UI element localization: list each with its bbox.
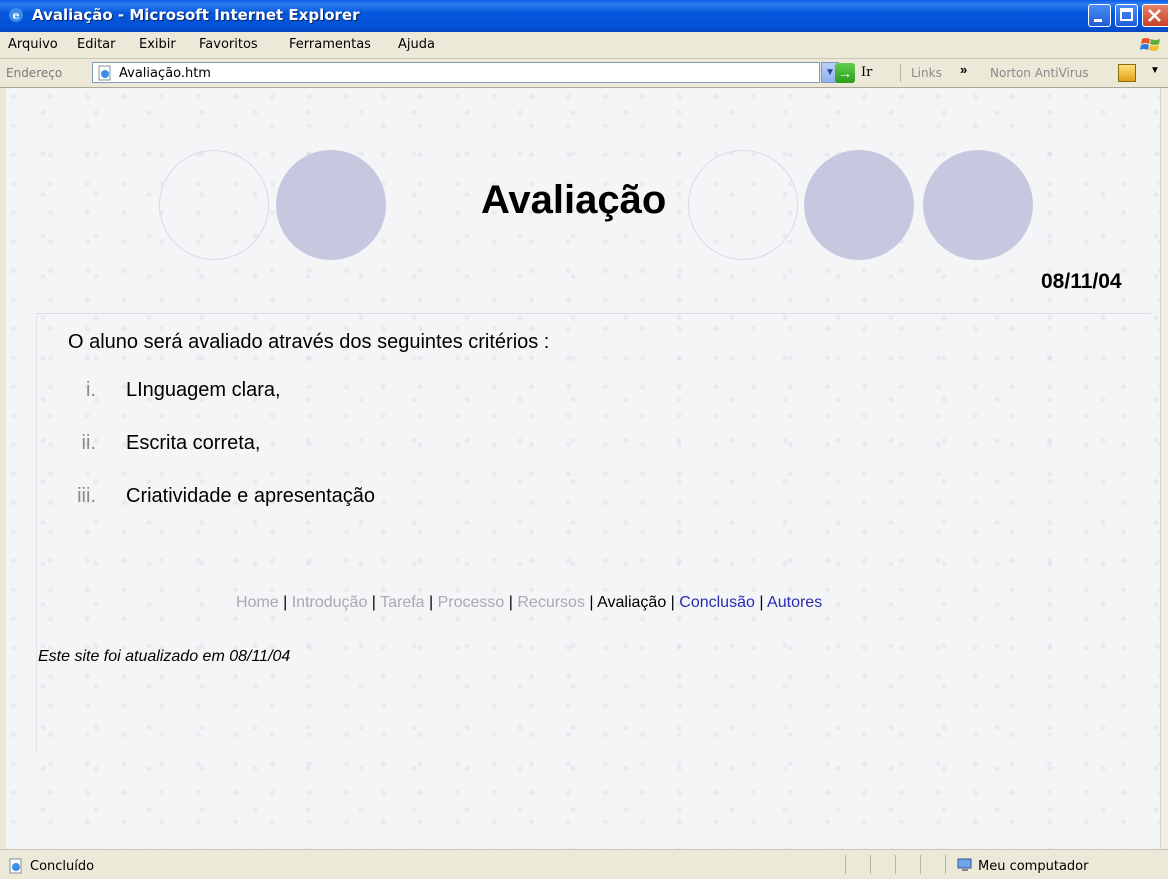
- ie-icon: e: [9, 8, 23, 22]
- vertical-scrollbar[interactable]: [1160, 88, 1168, 849]
- menu-bar: Arquivo Editar Exibir Favoritos Ferramen…: [0, 32, 1168, 59]
- nav-link-tarefa[interactable]: Tarefa: [380, 594, 424, 611]
- nav-separator: |: [504, 594, 518, 611]
- title-bar: e Avaliação - Microsoft Internet Explore…: [0, 0, 1168, 32]
- go-arrow-icon[interactable]: →: [835, 63, 855, 83]
- decor-circle: [804, 150, 914, 260]
- nav-link-home[interactable]: Home: [236, 594, 279, 611]
- menu-favoritos[interactable]: Favoritos: [199, 37, 258, 52]
- nav-link-introducao[interactable]: Introdução: [292, 594, 368, 611]
- close-button[interactable]: [1142, 4, 1168, 27]
- criteria-text: Escrita correta,: [126, 432, 261, 454]
- status-pane-divider: [895, 855, 896, 874]
- address-field[interactable]: Avaliação.htm: [92, 62, 820, 83]
- menu-arquivo[interactable]: Arquivo: [8, 37, 58, 52]
- minimize-button[interactable]: [1088, 4, 1111, 27]
- site-navigation: Home | Introdução | Tarefa | Processo | …: [236, 594, 822, 612]
- nav-separator: |: [424, 594, 438, 611]
- menu-ajuda[interactable]: Ajuda: [398, 37, 435, 52]
- menu-editar[interactable]: Editar: [77, 37, 116, 52]
- nav-link-recursos[interactable]: Recursos: [517, 594, 585, 611]
- nav-separator: |: [754, 594, 768, 611]
- address-bar: Endereço Avaliação.htm ▼ → Ir Links » No…: [0, 59, 1168, 88]
- status-pane-divider: [845, 855, 846, 874]
- maximize-icon: [1120, 8, 1133, 21]
- divider: [36, 313, 37, 753]
- decor-circle: [923, 150, 1033, 260]
- window-title: Avaliação - Microsoft Internet Explorer: [32, 6, 360, 24]
- status-bar: Concluído Meu computador: [0, 849, 1168, 879]
- menu-exibir[interactable]: Exibir: [139, 37, 176, 52]
- decor-circle: [688, 150, 798, 260]
- divider: [36, 313, 1151, 314]
- norton-antivirus-button[interactable]: Norton AntiVirus: [990, 66, 1089, 80]
- nav-separator: |: [666, 594, 680, 611]
- criteria-text: Criatividade e apresentação: [126, 485, 376, 507]
- chevron-more-icon[interactable]: »: [960, 62, 967, 77]
- nav-separator: |: [278, 594, 292, 611]
- nav-link-conclusao[interactable]: Conclusão: [679, 594, 755, 611]
- ie-page-icon: [98, 65, 111, 81]
- footer-note: Este site foi atualizado em 08/11/04: [38, 648, 291, 665]
- security-zone-text: Meu computador: [978, 859, 1089, 874]
- go-button-label[interactable]: Ir: [861, 65, 872, 80]
- maximize-button[interactable]: [1115, 4, 1138, 27]
- decor-circle: [276, 150, 386, 260]
- close-icon: [1148, 9, 1161, 22]
- page-content: Avaliação 08/11/04 O aluno será avaliado…: [6, 88, 1160, 849]
- chevron-down-icon: ▼: [825, 67, 835, 78]
- ie-page-icon: [9, 858, 22, 874]
- links-button[interactable]: Links: [911, 66, 942, 80]
- decor-circle: [159, 150, 269, 260]
- criteria-text: LInguagem clara,: [126, 379, 281, 401]
- status-text: Concluído: [30, 859, 95, 874]
- nav-separator: |: [367, 594, 381, 611]
- windows-logo-icon: [1140, 38, 1160, 51]
- svg-text:e: e: [13, 9, 20, 22]
- criteria-number: i.: [86, 379, 96, 401]
- nav-current-avaliacao: Avaliação: [597, 594, 667, 611]
- menu-ferramentas[interactable]: Ferramentas: [289, 37, 371, 52]
- my-computer-icon: [957, 858, 972, 871]
- status-pane-divider: [945, 855, 946, 874]
- address-label: Endereço: [6, 66, 63, 80]
- minimize-icon: [1094, 19, 1102, 22]
- page-title: Avaliação: [481, 178, 667, 222]
- address-url: Avaliação.htm: [119, 66, 211, 81]
- norton-icon[interactable]: [1118, 64, 1136, 82]
- nav-link-autores[interactable]: Autores: [767, 594, 822, 611]
- status-pane-divider: [870, 855, 871, 874]
- status-pane-divider: [920, 855, 921, 874]
- nav-separator: |: [584, 594, 598, 611]
- norton-dropdown-icon[interactable]: ▼: [1150, 65, 1160, 76]
- criteria-number: ii.: [81, 432, 96, 454]
- criteria-number: iii.: [77, 485, 96, 507]
- page-date: 08/11/04: [1041, 270, 1122, 293]
- nav-link-processo[interactable]: Processo: [438, 594, 505, 611]
- intro-text: O aluno será avaliado através dos seguin…: [68, 331, 550, 353]
- toolbar-separator: [900, 64, 901, 82]
